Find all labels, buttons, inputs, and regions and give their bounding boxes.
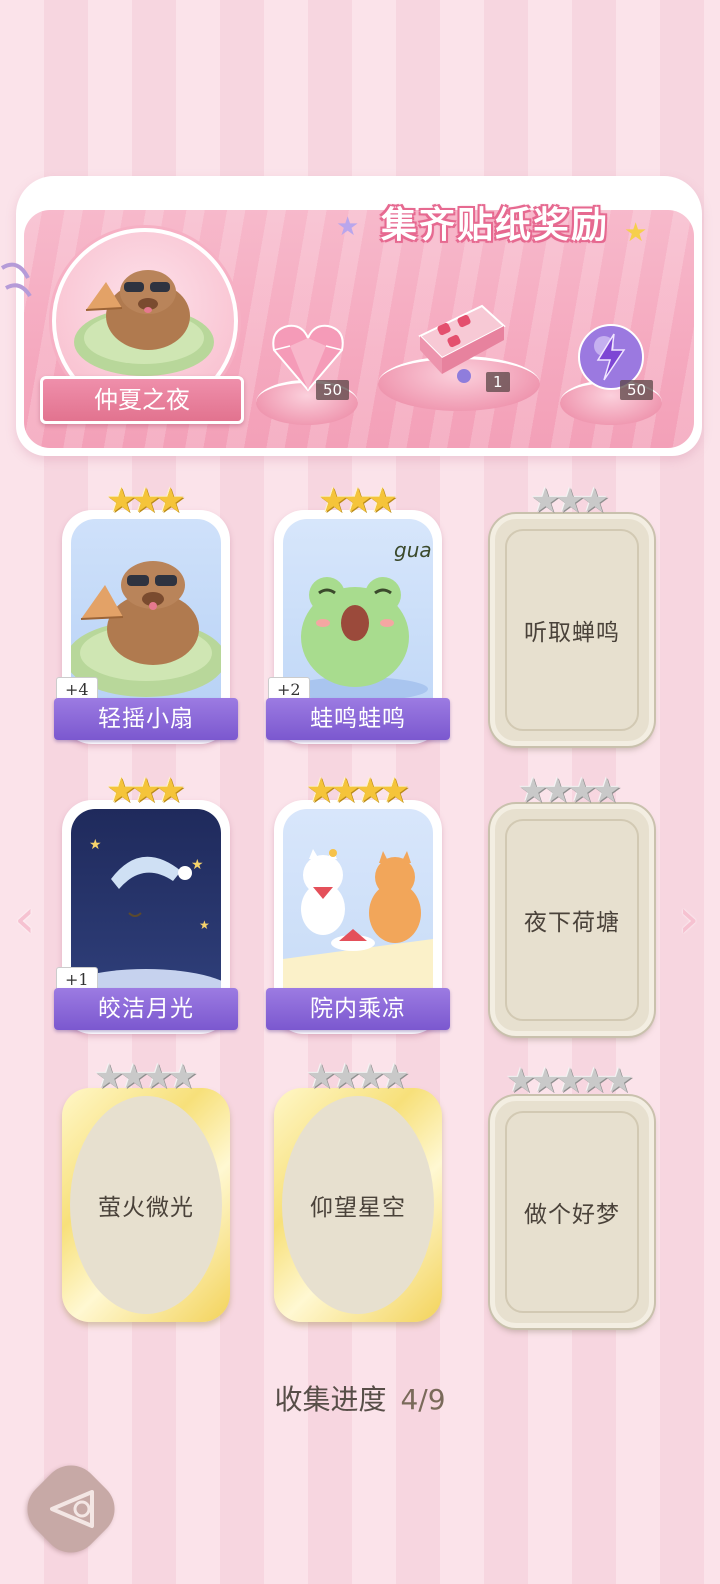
- star-icon: ★: [155, 481, 186, 521]
- sticker-card[interactable]: ★ ★ ★ +1 皎洁月光: [54, 800, 238, 1034]
- reward-count-badge: 50: [620, 380, 654, 400]
- star-icon: ★: [155, 771, 186, 811]
- cats-watermelon-icon: [283, 849, 433, 998]
- star-decoration-icon: ★: [624, 218, 648, 248]
- sticker-name: 仰望星空: [310, 1195, 406, 1221]
- sticker-card-locked[interactable]: 仰望星空: [274, 1088, 442, 1322]
- next-page-chevron-icon[interactable]: ›: [678, 892, 700, 946]
- star-decoration-icon: ★: [336, 212, 360, 242]
- back-arrow-icon: [50, 1490, 94, 1528]
- star-icon: ★: [167, 1057, 198, 1097]
- svg-text:★: ★: [199, 918, 210, 932]
- sticker-card-locked[interactable]: 听取蝉鸣: [490, 514, 654, 746]
- star-rating: ★★★★: [486, 774, 654, 808]
- star-rating: ★★★★: [274, 774, 442, 808]
- svg-text:★: ★: [89, 837, 102, 853]
- reward-title: 集齐贴纸奖励: [380, 205, 609, 246]
- star-rating: ★★★: [62, 484, 230, 518]
- star-rating: ★★★★★: [486, 1064, 654, 1098]
- sticker-card-locked[interactable]: 夜下荷塘: [490, 804, 654, 1036]
- sticker-name: 夜下荷塘: [524, 910, 620, 936]
- sticker-name: 蛙鸣蛙鸣: [266, 698, 450, 740]
- reward-count-badge: 50: [316, 380, 350, 400]
- sticker-name: 皎洁月光: [54, 988, 238, 1030]
- star-icon: ★: [379, 1057, 410, 1097]
- star-icon: ★: [579, 481, 610, 521]
- svg-text:★: ★: [191, 857, 204, 873]
- star-icon: ★: [603, 1061, 635, 1101]
- sticker-name: 院内乘凉: [266, 988, 450, 1030]
- sticker-name: 轻摇小扇: [54, 698, 238, 740]
- reward-count-badge: 1: [486, 372, 510, 392]
- star-icon: ★: [591, 771, 622, 811]
- gua-sound-text: gua: [394, 538, 432, 562]
- sticker-name: 听取蝉鸣: [524, 620, 620, 646]
- prev-page-chevron-icon[interactable]: ‹: [14, 892, 36, 946]
- progress-value: 4/9: [400, 1383, 446, 1416]
- sticker-art: [283, 809, 433, 998]
- sticker-card[interactable]: gua +2 蛙鸣蛙鸣: [266, 510, 450, 744]
- sticker-card-locked[interactable]: 萤火微光: [62, 1088, 230, 1322]
- star-rating: ★★★★: [274, 1060, 442, 1094]
- collection-progress: 收集进度 4/9: [0, 1378, 720, 1418]
- star-icon: ★: [367, 481, 398, 521]
- sticker-name: 萤火微光: [98, 1195, 194, 1221]
- star-icon: ★: [379, 771, 410, 811]
- sticker-card[interactable]: 院内乘凉: [266, 800, 450, 1034]
- sticker-card[interactable]: +4 轻摇小扇: [54, 510, 238, 744]
- ribbon-swirl-icon: [0, 262, 32, 298]
- sticker-name: 做个好梦: [524, 1202, 620, 1228]
- star-rating: ★★★★: [62, 1060, 230, 1094]
- star-rating: ★★★: [274, 484, 442, 518]
- theme-name-ribbon: 仲夏之夜: [40, 376, 244, 424]
- sticker-card-locked[interactable]: 做个好梦: [490, 1096, 654, 1328]
- star-rating: ★★★: [62, 774, 230, 808]
- progress-label: 收集进度: [274, 1383, 387, 1416]
- star-rating: ★★★: [486, 484, 654, 518]
